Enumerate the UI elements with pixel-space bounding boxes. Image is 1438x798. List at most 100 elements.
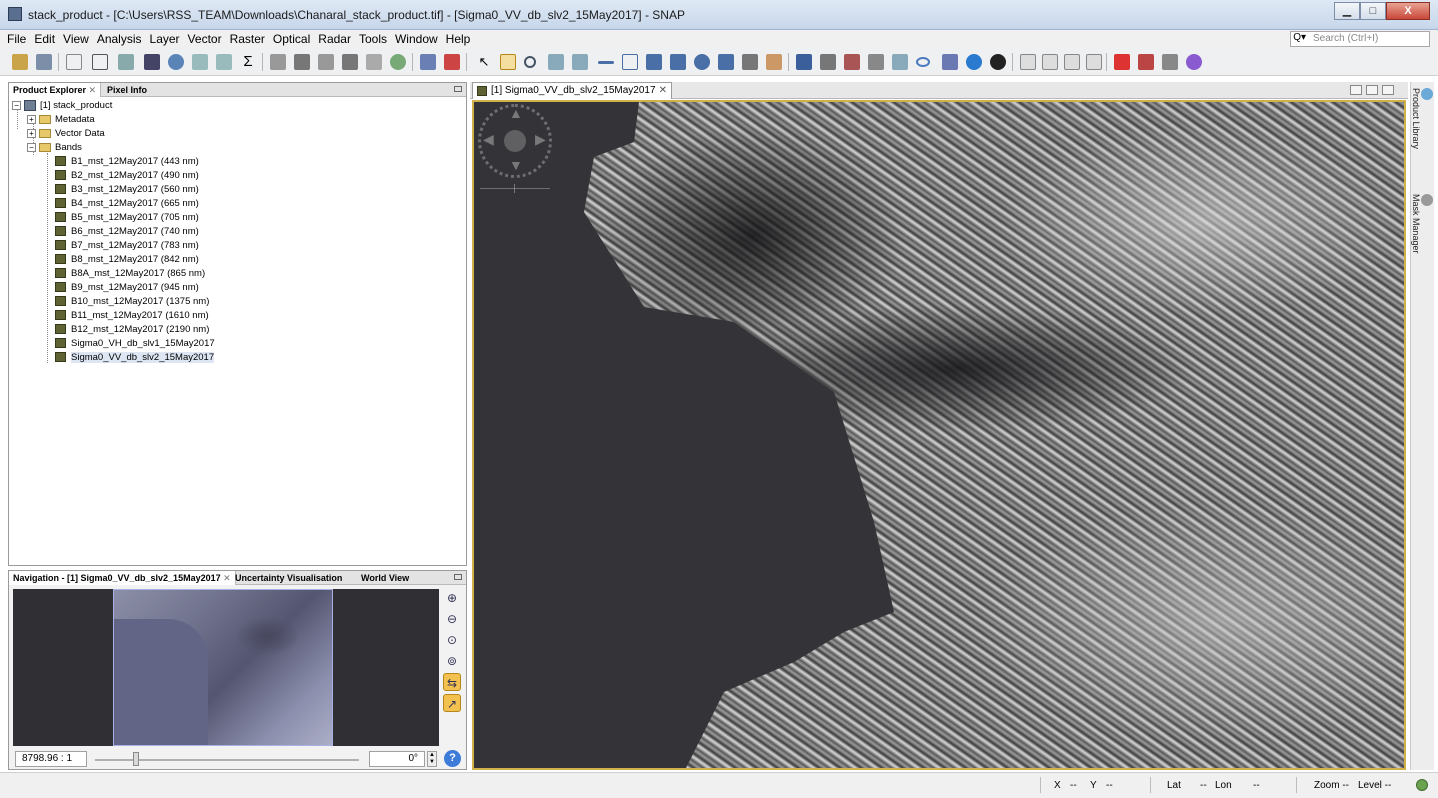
band-maths-icon[interactable] xyxy=(270,54,286,70)
tab-uncertainty-visualisation[interactable]: Uncertainty Visualisation xyxy=(231,571,346,585)
help-icon[interactable]: ? xyxy=(444,750,461,767)
pin-tool-icon[interactable] xyxy=(548,54,564,70)
band-item[interactable]: B12_mst_12May2017 (2190 nm) xyxy=(55,323,209,337)
image-view[interactable]: ▲ ▼ ◀ ▶ xyxy=(472,100,1406,770)
menu-layer[interactable]: Layer xyxy=(149,32,181,46)
plugin-icon[interactable] xyxy=(1186,54,1202,70)
band-item[interactable]: B8A_mst_12May2017 (865 nm) xyxy=(55,267,205,281)
sync-views-icon[interactable]: ⇆ xyxy=(443,673,461,691)
band-item[interactable]: B9_mst_12May2017 (945 nm) xyxy=(55,281,199,295)
edit-icon[interactable] xyxy=(92,54,108,70)
zoom-slider-thumb[interactable] xyxy=(133,752,139,766)
tree-node-product[interactable]: − [1] stack_product xyxy=(12,99,112,113)
search-input[interactable]: Search (Ctrl+I) xyxy=(1290,31,1430,47)
band-item-selected[interactable]: Sigma0_VV_db_slv2_15May2017 xyxy=(55,351,215,365)
minimize-button[interactable]: ▁ xyxy=(1334,2,1360,20)
menu-file[interactable]: File xyxy=(6,32,27,46)
mask-manager-tab[interactable]: Mask Manager xyxy=(1411,194,1433,254)
sentinel-icon[interactable] xyxy=(1138,54,1154,70)
expand-icon[interactable]: + xyxy=(27,114,36,124)
sync-cursor-icon[interactable]: ↗ xyxy=(443,694,461,712)
scale-field[interactable]: 8798.96 : 1 xyxy=(15,751,87,767)
band-item[interactable]: B6_mst_12May2017 (740 nm) xyxy=(55,225,199,239)
pan-control-icon[interactable]: ▲ ▼ ◀ ▶ xyxy=(478,104,552,178)
tile-evenly-icon[interactable] xyxy=(1064,54,1080,70)
window-list-icon[interactable] xyxy=(1366,85,1378,95)
menu-view[interactable]: View xyxy=(62,32,90,46)
world-wind-icon[interactable] xyxy=(990,54,1006,70)
open-product-icon[interactable] xyxy=(12,54,28,70)
tab-navigation[interactable]: Navigation - [1] Sigma0_VV_db_slv2_15May… xyxy=(9,571,236,585)
tab-product-explorer[interactable]: Product Explorer ✕ xyxy=(9,83,102,97)
product-library-tab[interactable]: Product Library xyxy=(1411,88,1433,149)
filter-icon[interactable] xyxy=(294,54,310,70)
zoom-out-icon[interactable]: ⊖ xyxy=(443,610,461,628)
tile-vertical-icon[interactable] xyxy=(1042,54,1058,70)
eye-icon[interactable] xyxy=(916,57,930,67)
profile-plot-icon[interactable] xyxy=(192,54,208,70)
rectangle-tool-icon[interactable] xyxy=(646,54,662,70)
star-icon[interactable] xyxy=(1114,54,1130,70)
menu-tools[interactable]: Tools xyxy=(358,32,388,46)
tree-node-vector-data[interactable]: + Vector Data xyxy=(27,127,105,141)
maximize-button[interactable]: □ xyxy=(1360,2,1386,20)
graticule-icon[interactable] xyxy=(844,54,860,70)
tree-node-bands[interactable]: − Bands xyxy=(27,141,82,155)
world-map-icon[interactable] xyxy=(168,54,184,70)
tile-horizontal-icon[interactable] xyxy=(1020,54,1036,70)
navigation-overview[interactable] xyxy=(13,589,439,746)
line-tool-icon[interactable] xyxy=(598,61,614,64)
band-item[interactable]: B7_mst_12May2017 (783 nm) xyxy=(55,239,199,253)
graph-builder-icon[interactable] xyxy=(420,54,436,70)
minimize-panel-icon[interactable] xyxy=(454,574,462,580)
collapse-icon[interactable]: − xyxy=(27,142,36,152)
tab-world-view[interactable]: World View xyxy=(357,571,413,585)
tab-image-view[interactable]: [1] Sigma0_VV_db_slv2_15May2017 ✕ xyxy=(472,82,672,99)
menu-help[interactable]: Help xyxy=(445,32,472,46)
statistics-icon[interactable]: Σ xyxy=(240,54,256,70)
band-item[interactable]: B11_mst_12May2017 (1610 nm) xyxy=(55,309,209,323)
select-tool-icon[interactable]: ↖ xyxy=(476,54,492,70)
maximize-view-icon[interactable] xyxy=(1382,85,1394,95)
magic-wand-icon[interactable] xyxy=(718,54,734,70)
geo-icon[interactable] xyxy=(390,54,406,70)
spectrum-icon[interactable] xyxy=(118,54,134,70)
histogram-icon[interactable] xyxy=(144,54,160,70)
band-item[interactable]: B3_mst_12May2017 (560 nm) xyxy=(55,183,199,197)
pan-tool-icon[interactable] xyxy=(500,54,516,70)
tab-pixel-info[interactable]: Pixel Info xyxy=(103,83,151,97)
rotation-spinner[interactable]: ▲ ▼ xyxy=(427,751,437,767)
spectrum-view-icon[interactable] xyxy=(942,54,958,70)
layer-manager-icon[interactable] xyxy=(820,54,836,70)
expand-icon[interactable]: + xyxy=(27,128,36,138)
band-item[interactable]: B5_mst_12May2017 (705 nm) xyxy=(55,211,199,225)
band-item[interactable]: B1_mst_12May2017 (443 nm) xyxy=(55,155,199,169)
zoom-control-handle[interactable] xyxy=(514,184,515,193)
ellipse-tool-icon[interactable] xyxy=(694,54,710,70)
close-tab-icon[interactable]: ✕ xyxy=(659,83,667,99)
menu-radar[interactable]: Radar xyxy=(317,32,352,46)
scatter-plot-icon[interactable] xyxy=(216,54,232,70)
close-button[interactable]: X xyxy=(1386,2,1430,20)
zoom-control-bar[interactable] xyxy=(480,188,550,189)
draw-rect-icon[interactable] xyxy=(66,54,82,70)
ruler-icon[interactable] xyxy=(766,54,782,70)
menu-vector[interactable]: Vector xyxy=(187,32,223,46)
range-finder-icon[interactable] xyxy=(742,54,758,70)
mosaic-icon[interactable] xyxy=(318,54,334,70)
gcp-tool-icon[interactable] xyxy=(572,54,588,70)
band-item[interactable]: B8_mst_12May2017 (842 nm) xyxy=(55,253,199,267)
band-item[interactable]: B2_mst_12May2017 (490 nm) xyxy=(55,169,199,183)
polyline-tool-icon[interactable] xyxy=(622,54,638,70)
pin-manager-icon[interactable] xyxy=(892,54,908,70)
band-item[interactable]: B4_mst_12May2017 (665 nm) xyxy=(55,197,199,211)
gcp-manager-icon[interactable] xyxy=(868,54,884,70)
band-item[interactable]: Sigma0_VH_db_slv1_15May2017 xyxy=(55,337,215,351)
scroll-left-icon[interactable] xyxy=(1350,85,1362,95)
zoom-all-icon[interactable]: ⊚ xyxy=(443,652,461,670)
rotation-field[interactable]: 0° xyxy=(369,751,425,767)
menu-analysis[interactable]: Analysis xyxy=(96,32,143,46)
reproject-icon[interactable] xyxy=(366,54,382,70)
band-item[interactable]: B10_mst_12May2017 (1375 nm) xyxy=(55,295,209,309)
zoom-pixel-icon[interactable]: ⊙ xyxy=(443,631,461,649)
